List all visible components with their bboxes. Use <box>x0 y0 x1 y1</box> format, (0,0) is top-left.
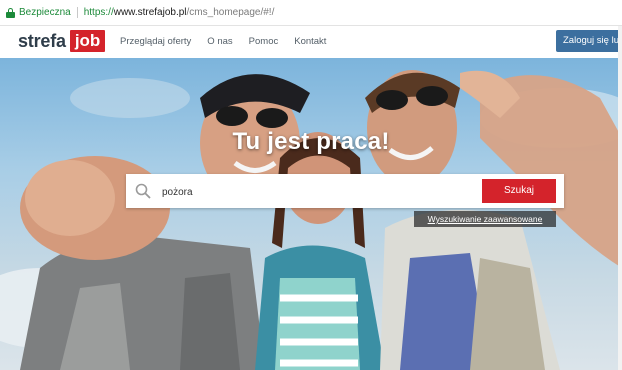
secure-label: Bezpieczna <box>19 7 71 18</box>
logo-text-strefa: strefa <box>18 30 66 51</box>
url-field[interactable]: Bezpieczna https:// www.strefajob.pl /cm… <box>6 5 274 20</box>
search-icon <box>135 183 151 199</box>
lock-icon <box>6 7 15 18</box>
logo-text-job: job <box>69 30 106 52</box>
search-bar: Szukaj <box>126 174 564 208</box>
window-edge <box>618 26 622 370</box>
nav-item-about[interactable]: O nas <box>207 36 232 47</box>
url-host: www.strefajob.pl <box>113 7 187 18</box>
site-header: strefa job Przeglądaj oferty O nas Pomoc… <box>0 26 622 58</box>
url-scheme: https:// <box>83 7 114 18</box>
advanced-search-link[interactable]: Wyszukiwanie zaawansowane <box>414 211 556 227</box>
login-button[interactable]: Zaloguj się lub z <box>556 30 622 52</box>
search-button[interactable]: Szukaj <box>482 179 556 203</box>
address-divider <box>76 7 78 18</box>
url-path: /cms_homepage/#!/ <box>186 7 275 18</box>
site-logo[interactable]: strefa job <box>18 30 106 52</box>
hero-title: Tu jest praca! <box>232 128 390 155</box>
nav-item-browse-offers[interactable]: Przeglądaj oferty <box>120 36 191 47</box>
search-input[interactable] <box>160 181 464 203</box>
browser-address-bar: Bezpieczna https:// www.strefajob.pl /cm… <box>0 0 622 26</box>
main-nav: Przeglądaj oferty O nas Pomoc Kontakt <box>120 36 326 47</box>
hero-banner: Tu jest praca! Szukaj Wyszukiwanie zaawa… <box>0 58 622 370</box>
nav-item-contact[interactable]: Kontakt <box>294 36 326 47</box>
nav-item-help[interactable]: Pomoc <box>249 36 279 47</box>
